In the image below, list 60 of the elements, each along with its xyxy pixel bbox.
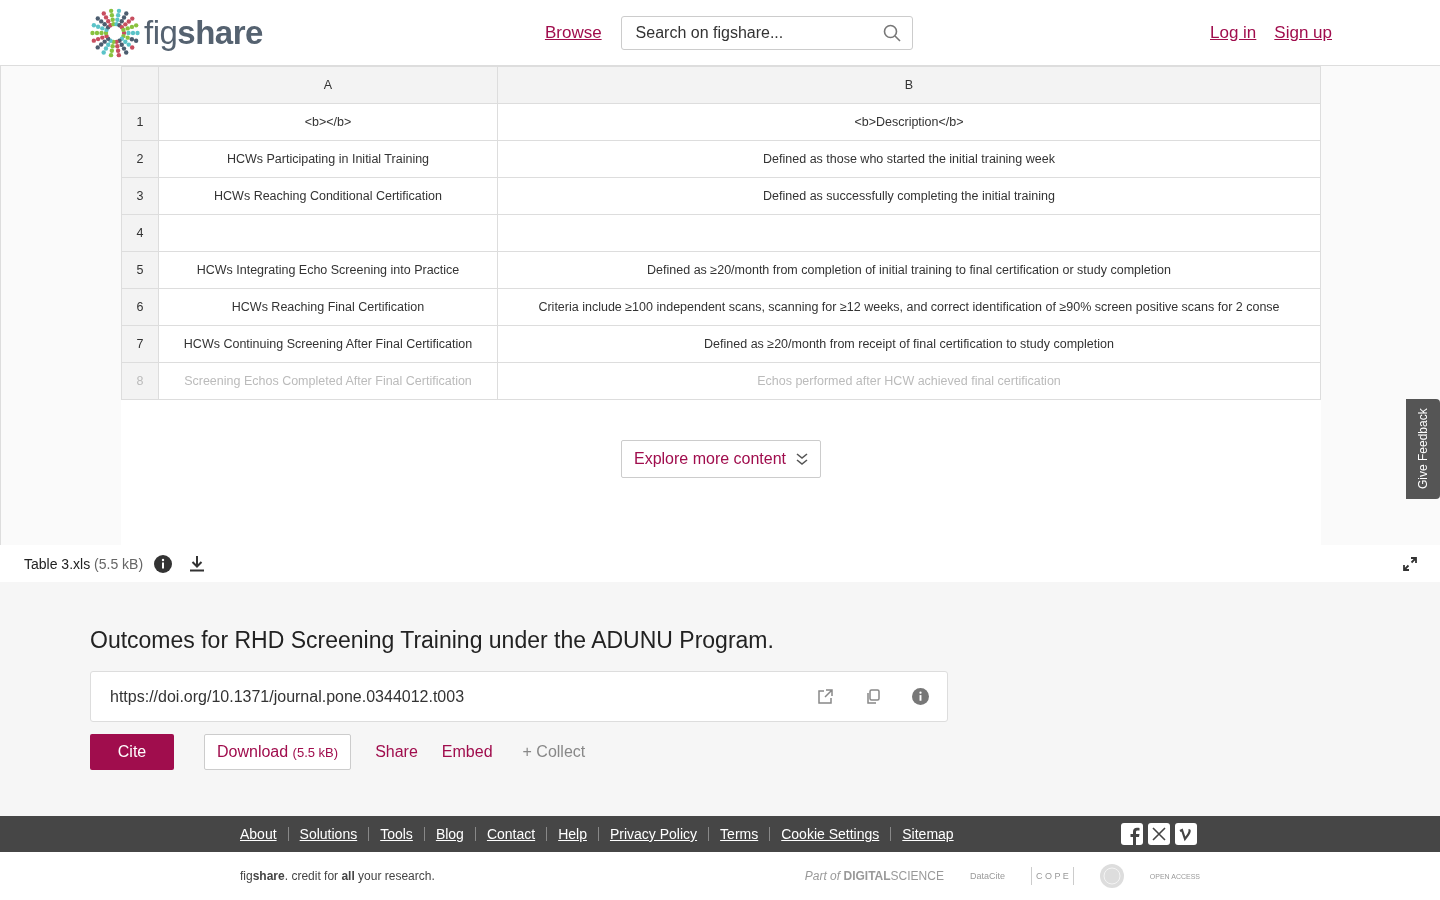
- table-cell: HCWs Integrating Echo Screening into Practice: [158, 251, 498, 289]
- table-cell: Screening Echos Completed After Final Certification: [158, 362, 498, 400]
- download-icon[interactable]: [189, 555, 206, 572]
- feedback-tab[interactable]: Give Feedback: [1406, 399, 1440, 499]
- footer-link[interactable]: Blog: [435, 826, 464, 842]
- row-number: 4: [121, 214, 159, 252]
- expand-icon[interactable]: [1402, 555, 1418, 572]
- account-link[interactable]: Sign up: [1274, 22, 1332, 43]
- footer-link[interactable]: Help: [558, 826, 587, 842]
- facebook-icon[interactable]: [1121, 823, 1143, 845]
- browse-link[interactable]: Browse: [544, 22, 602, 43]
- table-cell: Defined as successfully completing the initial training: [497, 177, 1321, 215]
- search-field[interactable]: Search on figshare...: [620, 15, 913, 50]
- table-cell: Defined as ≥20/month from receipt of final certification to study completion: [497, 325, 1321, 363]
- footer-link[interactable]: Cookie Settings: [781, 826, 880, 842]
- logo-wordmark[interactable]: figshare: [144, 13, 263, 52]
- file-name: Table 3.xls (5.5 kB): [24, 555, 144, 572]
- footer-link[interactable]: Privacy Policy: [609, 826, 698, 842]
- footer-link[interactable]: About: [240, 826, 277, 842]
- row-number: 8: [121, 362, 159, 400]
- search-icon[interactable]: [882, 23, 901, 42]
- footer-link[interactable]: Solutions: [299, 826, 358, 842]
- action-link[interactable]: Embed: [441, 734, 493, 770]
- account-link[interactable]: Log in: [1210, 22, 1257, 43]
- table-cell: Echos performed after HCW achieved final certification: [497, 362, 1321, 400]
- column-header: B: [497, 66, 1321, 104]
- footer-tagline: figshare. credit for all your research.: [240, 869, 435, 883]
- row-number: 2: [121, 140, 159, 178]
- footer-link[interactable]: Sitemap: [902, 826, 954, 842]
- table-cell: Criteria include ≥100 independent scans, scanning for ≥12 weeks, and correct identification of ≥90% screen positive scans for 2 conse: [497, 288, 1321, 326]
- row-number: 1: [121, 103, 159, 141]
- row-number: 5: [121, 251, 159, 289]
- table-cell: HCWs Reaching Conditional Certification: [158, 177, 498, 215]
- table-cell: HCWs Participating in Initial Training: [158, 140, 498, 178]
- footer-link[interactable]: Terms: [720, 826, 759, 842]
- external-link-icon[interactable]: [816, 687, 834, 706]
- x-icon[interactable]: [1148, 823, 1170, 845]
- table-cell: Defined as ≥20/month from completion of initial training to final certification or study completion: [497, 251, 1321, 289]
- download-button[interactable]: Download (5.5 kB): [204, 734, 352, 770]
- action-link[interactable]: Share: [375, 734, 418, 770]
- column-header: A: [158, 66, 498, 104]
- doi-link[interactable]: https://doi.org/10.1371/journal.pone.0344012.t003: [110, 687, 786, 706]
- footer-link[interactable]: Tools: [380, 826, 413, 842]
- vimeo-icon[interactable]: [1175, 823, 1197, 845]
- table-cell: <b>Description</b>: [497, 103, 1321, 141]
- explore-button[interactable]: Explore more content: [620, 440, 822, 478]
- table-cell: HCWs Continuing Screening After Final Certification: [158, 325, 498, 363]
- footer-link[interactable]: Contact: [486, 826, 536, 842]
- row-number: 6: [121, 288, 159, 326]
- logo-icon: [90, 7, 140, 58]
- chevrons-icon: [796, 452, 809, 466]
- table-cell: HCWs Reaching Final Certification: [158, 288, 498, 326]
- info-icon[interactable]: [154, 554, 173, 573]
- cite-button[interactable]: Cite: [90, 734, 174, 770]
- item-title: Outcomes for RHD Screening Training under the ADUNU Program.: [90, 627, 775, 654]
- table-cell: Defined as those who started the initial training week: [497, 140, 1321, 178]
- row-number: 3: [121, 177, 159, 215]
- table-cell: <b></b>: [158, 103, 498, 141]
- row-number: 7: [121, 325, 159, 363]
- copy-icon[interactable]: [864, 687, 882, 706]
